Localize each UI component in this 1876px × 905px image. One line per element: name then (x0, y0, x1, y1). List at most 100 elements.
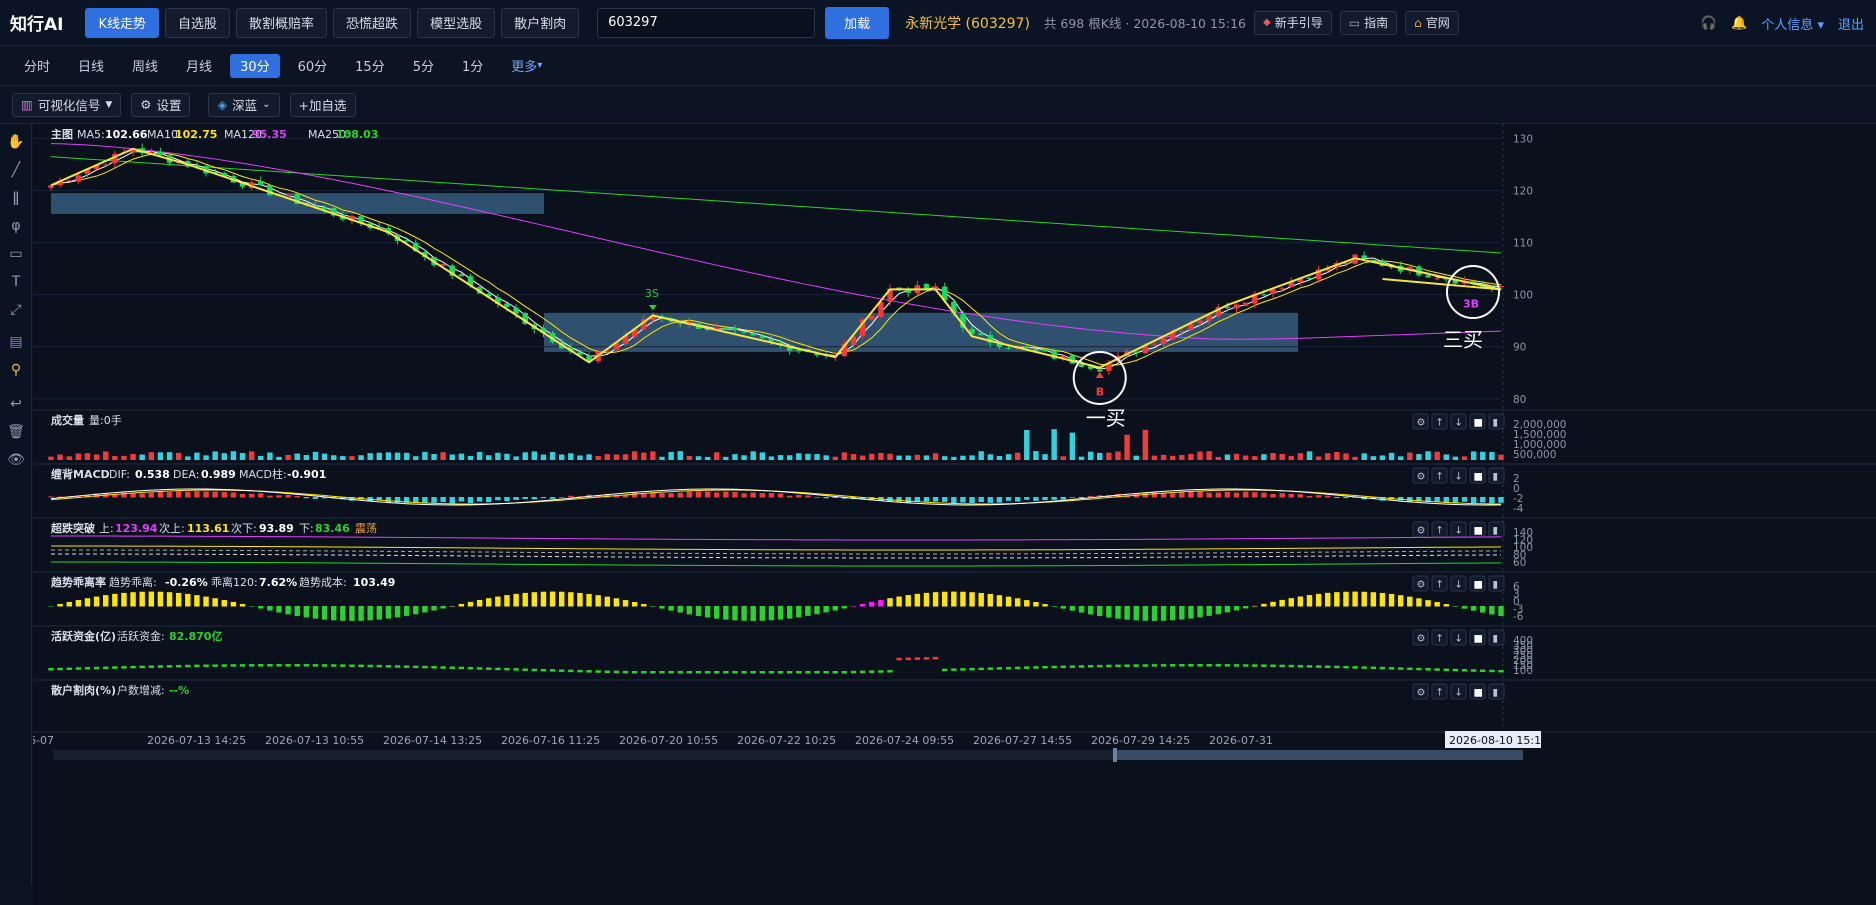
undo-icon[interactable]: ↩ (6, 396, 26, 412)
delete-icon[interactable]: 🗑 (6, 424, 26, 440)
move-up-icon[interactable]: ↑ (1436, 634, 1444, 645)
visual-signal-dropdown[interactable]: ▥ 可视化信号 ▼ (12, 92, 122, 117)
fib-tool-icon[interactable]: φ (6, 218, 26, 234)
macd-bar (832, 497, 838, 498)
funds-dot (157, 665, 164, 668)
move-up-icon[interactable]: ↑ (1436, 580, 1444, 591)
nav-tab[interactable]: 自选股 (165, 7, 231, 38)
move-up-icon[interactable]: ↑ (1436, 472, 1444, 483)
timeframe-tab[interactable]: 更多 ▾ (501, 54, 552, 78)
macd-bar (1051, 497, 1057, 500)
nav-tab[interactable]: 散割概赔率 (236, 7, 328, 38)
nav-tab[interactable]: 散户割肉 (501, 7, 580, 38)
timeframe-tab[interactable]: 30分 (230, 53, 280, 78)
volume-bar (1106, 452, 1112, 460)
macd-bar (212, 491, 218, 498)
panel-settings-icon[interactable]: ⚙ (1417, 634, 1426, 645)
funds-dot (796, 671, 802, 674)
manual-button[interactable]: ▭ 指南 (1339, 10, 1398, 35)
load-button[interactable]: 加载 (825, 6, 890, 39)
text-tool-icon[interactable]: T (6, 274, 26, 290)
headset-icon[interactable]: 🎧 (1701, 16, 1717, 31)
measure-tool-icon[interactable]: ⤢ (6, 302, 26, 318)
volume-bar (102, 451, 109, 460)
panel-settings-icon[interactable]: ⚙ (1417, 418, 1426, 429)
maximize-icon[interactable]: ■ (1474, 634, 1483, 645)
timeframe-tab[interactable]: 5分 (403, 54, 444, 78)
chart-area[interactable]: 1301201101009080 3SB一买3B三买 2,000,0001,50… (33, 124, 1876, 905)
navigator-window[interactable] (1113, 750, 1523, 760)
panel-settings-icon[interactable]: ⚙ (1417, 472, 1426, 483)
timeframe-tab[interactable]: 15分 (345, 54, 395, 78)
move-up-icon[interactable]: ↑ (1436, 526, 1444, 537)
add-favorite-button[interactable]: +加自选 (289, 92, 356, 117)
move-up-icon[interactable]: ↑ (1436, 688, 1444, 699)
move-down-icon[interactable]: ↓ (1455, 418, 1463, 429)
app-logo: 知行AI (10, 15, 64, 35)
delete-panel-icon[interactable]: ▮ (1493, 526, 1499, 537)
delete-panel-icon[interactable]: ▮ (1493, 688, 1499, 699)
volume-bar (777, 455, 784, 460)
layers-icon[interactable]: ▤ (6, 334, 26, 350)
hand-icon[interactable]: ✋ (6, 134, 26, 150)
bell-icon[interactable]: 🔔 (1731, 16, 1747, 31)
volume-bar (1416, 454, 1422, 460)
user-info-menu[interactable]: 个人信息 ▾ (1761, 14, 1824, 33)
eye-icon[interactable]: 👁 (6, 452, 26, 468)
theme-select[interactable]: ◈ 深蓝 ⌄ (208, 92, 280, 117)
panel-settings-icon[interactable]: ⚙ (1417, 688, 1426, 699)
rectangle-tool-icon[interactable]: ▭ (6, 246, 26, 262)
maximize-icon[interactable]: ■ (1474, 688, 1483, 699)
official-site-button[interactable]: ⌂ 官网 (1405, 10, 1459, 35)
timeframe-tab[interactable]: 60分 (288, 54, 338, 78)
beginner-guide-button[interactable]: ◆ 新手引导 (1254, 10, 1332, 35)
timeframe-tab[interactable]: 1分 (452, 54, 493, 78)
navigator-handle-left[interactable] (1113, 748, 1117, 762)
parallel-lines-icon[interactable]: ǁ (6, 190, 26, 206)
nav-tab[interactable]: K线走势 (85, 7, 160, 38)
panel-settings-icon[interactable]: ⚙ (1417, 526, 1426, 537)
delete-panel-icon[interactable]: ▮ (1493, 472, 1499, 483)
timeframe-tab[interactable]: 周线 (122, 54, 168, 78)
nav-tab[interactable]: 模型选股 (417, 7, 496, 38)
timeframe-tab[interactable]: 月线 (176, 54, 222, 78)
macd-bar (1024, 497, 1030, 500)
timeframe-tab[interactable]: 分时 (14, 54, 60, 78)
logout-link[interactable]: 退出 (1838, 14, 1864, 33)
stock-search-input[interactable] (597, 7, 816, 38)
funds-dot (668, 671, 674, 674)
maximize-icon[interactable]: ■ (1474, 418, 1483, 429)
settings-button[interactable]: ⚙ 设置 (131, 92, 191, 117)
funds-dot (1197, 664, 1203, 667)
funds-dot (349, 664, 355, 667)
funds-dot (1179, 664, 1185, 667)
candle (102, 164, 109, 166)
funds-label: 活跃资金: (117, 629, 165, 643)
nav-tab[interactable]: 恐慌超跌 (333, 7, 412, 38)
delete-panel-icon[interactable]: ▮ (1493, 418, 1499, 429)
magnet-icon[interactable]: ⚲ (6, 362, 26, 378)
move-down-icon[interactable]: ↓ (1455, 472, 1463, 483)
move-down-icon[interactable]: ↓ (1455, 580, 1463, 591)
timeframe-tab[interactable]: 日线 (68, 54, 114, 78)
deviation-bar (1014, 598, 1021, 607)
line-tool-icon[interactable]: ╱ (6, 162, 26, 178)
delete-panel-icon[interactable]: ▮ (1493, 634, 1499, 645)
maximize-icon[interactable]: ■ (1474, 472, 1483, 483)
delete-panel-icon[interactable]: ▮ (1493, 580, 1499, 591)
volume-bar (987, 454, 994, 460)
candle (768, 338, 775, 342)
move-down-icon[interactable]: ↓ (1455, 688, 1463, 699)
move-down-icon[interactable]: ↓ (1455, 526, 1463, 537)
candle (48, 185, 54, 188)
panel-settings-icon[interactable]: ⚙ (1417, 580, 1426, 591)
maximize-icon[interactable]: ■ (1474, 580, 1483, 591)
candle (723, 327, 729, 330)
move-down-icon[interactable]: ↓ (1455, 634, 1463, 645)
move-up-icon[interactable]: ↑ (1436, 418, 1444, 429)
funds-dot (814, 671, 820, 674)
volume-bar (1270, 453, 1276, 460)
maximize-icon[interactable]: ■ (1474, 526, 1483, 537)
funds-dot (1206, 664, 1212, 667)
funds-dot (732, 671, 738, 674)
